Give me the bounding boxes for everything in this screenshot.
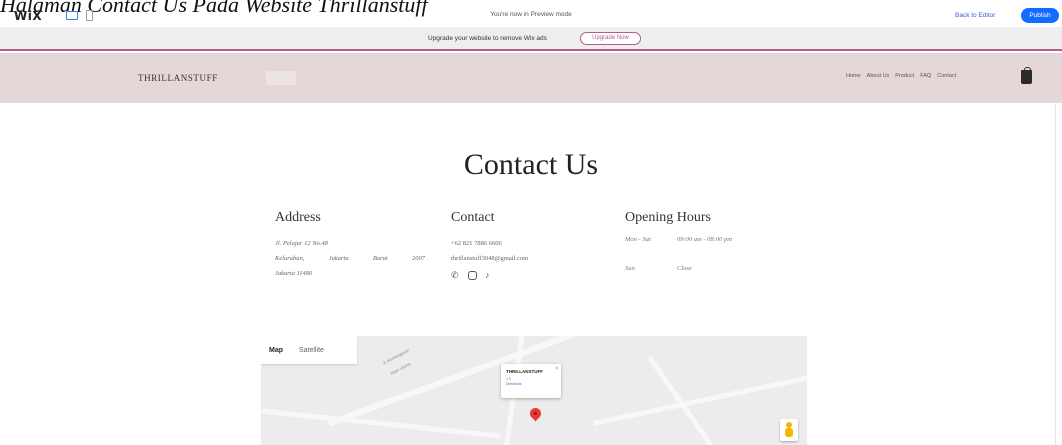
brand-logo-image[interactable] <box>266 71 296 85</box>
nav-item-contact[interactable]: Contact <box>937 73 956 79</box>
main-nav: Home About Us Product FAQ Contact <box>846 73 956 79</box>
shopping-bag-icon[interactable] <box>1021 67 1032 84</box>
map-type-tabs: Map Satellite <box>261 336 357 364</box>
contact-heading: Contact <box>451 210 495 225</box>
street-view-pegman-icon[interactable] <box>780 419 798 441</box>
address-line-2: Kelurahan, Jakarta Barat 2007 <box>275 251 425 266</box>
wix-preview-bar: WiX You're now in Preview mode Back to E… <box>0 5 1062 27</box>
hours-day: Sun <box>625 265 635 272</box>
hours-row: Sun Close <box>625 265 775 272</box>
map-tab-map[interactable]: Map <box>261 347 291 354</box>
address-heading: Address <box>275 210 321 225</box>
address-part: Barat <box>372 255 388 262</box>
site-header: THRILLANSTUFF Home About Us Product FAQ … <box>0 53 1062 103</box>
brand-name[interactable]: THRILLANSTUFF <box>138 73 218 83</box>
hours-day: Mon - Sat <box>625 236 651 243</box>
address-section: Address Jl. Pelajar 12 No.48 Kelurahan, … <box>275 210 425 281</box>
directions-link[interactable]: Directions <box>506 382 556 386</box>
upgrade-banner: Upgrade your website to remove Wix ads U… <box>0 27 1062 51</box>
nav-item-product[interactable]: Product <box>895 73 914 79</box>
place-name: THRILLANSTUFF <box>506 369 543 374</box>
opening-hours-section: Opening Hours Mon - Sat 09:00 am - 08:00… <box>625 210 775 272</box>
address-line-3: Jakarta 11480 <box>275 270 313 277</box>
publish-button[interactable]: Publish <box>1021 8 1059 23</box>
page-scrollbar[interactable] <box>1055 105 1056 445</box>
upgrade-text: Upgrade your website to remove Wix ads <box>428 35 547 42</box>
address-part: Kelurahan, <box>275 255 305 262</box>
map-tab-satellite[interactable]: Satellite <box>291 347 332 354</box>
location-map[interactable]: Map Satellite Jl. Kemanggisan Jalan Utam… <box>261 336 807 445</box>
map-pin-icon[interactable] <box>527 405 544 422</box>
street-label: Jalan Utama <box>389 361 412 376</box>
upgrade-now-button[interactable]: Upgrade Now <box>580 32 641 45</box>
map-road <box>593 371 807 426</box>
address-part: 2007 <box>412 255 425 262</box>
nav-item-faq[interactable]: FAQ <box>920 73 931 79</box>
place-rating: 4.6 <box>506 377 511 381</box>
close-icon[interactable]: × <box>555 366 558 372</box>
preview-mode-notice: You're now in Preview mode <box>490 11 572 18</box>
hours-time: 09:00 am - 08:00 pm <box>677 236 732 243</box>
contact-phone[interactable]: +62 821 7886 6606 <box>451 236 571 251</box>
address-line-1: Jl. Pelajar 12 No.48 <box>275 240 328 247</box>
page-title: Contact Us <box>463 148 599 181</box>
hours-time: Close <box>677 265 692 272</box>
contact-section: Contact +62 821 7886 6606 thrillanstuff3… <box>451 210 571 280</box>
map-road <box>261 408 501 439</box>
place-info-card[interactable]: × THRILLANSTUFF 4.6 Directions <box>501 364 561 398</box>
instagram-icon[interactable] <box>468 271 477 280</box>
whatsapp-icon[interactable]: ✆ <box>451 271 460 280</box>
nav-item-about-us[interactable]: About Us <box>867 73 890 79</box>
social-links: ✆ ♪ <box>451 271 571 280</box>
hours-row: Mon - Sat 09:00 am - 08:00 pm <box>625 236 775 243</box>
back-to-editor-link[interactable]: Back to Editor <box>955 12 995 19</box>
address-part: Jakarta <box>328 255 349 262</box>
tiktok-icon[interactable]: ♪ <box>485 271 494 280</box>
nav-item-home[interactable]: Home <box>846 73 861 79</box>
contact-email[interactable]: thrillanstuff3048@gmail.com <box>451 251 571 266</box>
opening-hours-heading: Opening Hours <box>625 210 711 225</box>
